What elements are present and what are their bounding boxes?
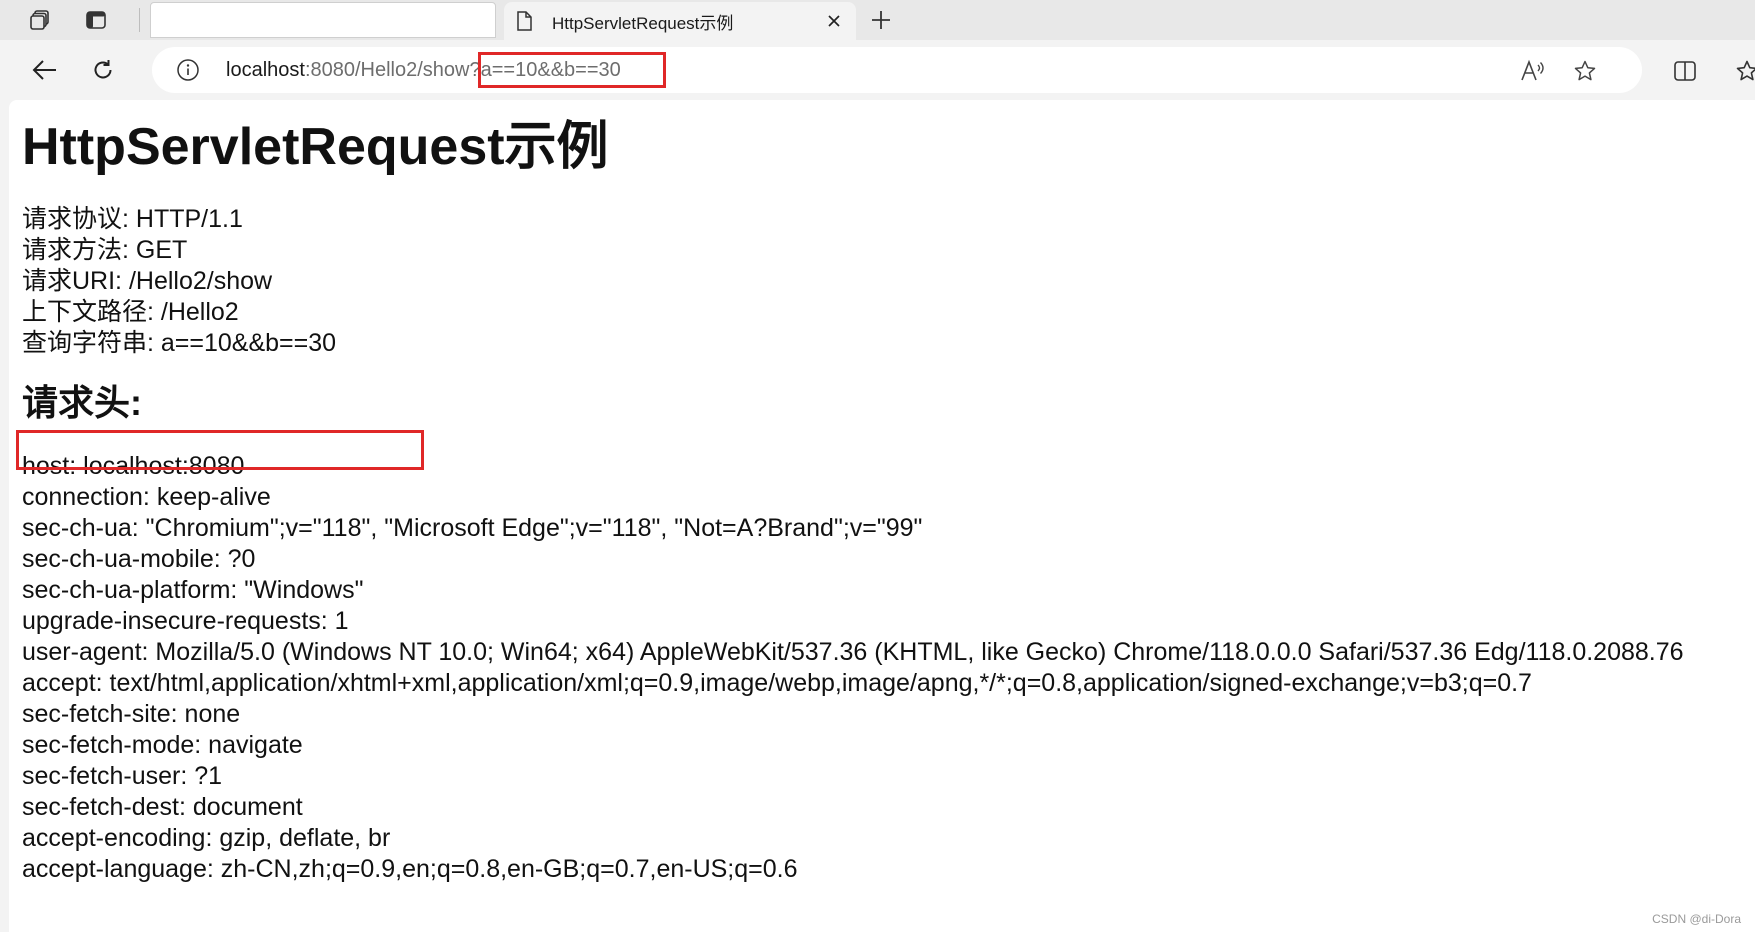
header-line: sec-fetch-site: none xyxy=(22,700,241,728)
header-line: user-agent: Mozilla/5.0 (Windows NT 10.0… xyxy=(22,638,1684,666)
request-info: 请求协议: HTTP/1.1 请求方法: GET 请求URI: /Hello2/… xyxy=(22,204,1684,359)
workspaces-icon xyxy=(30,10,49,30)
back-button[interactable] xyxy=(26,52,64,88)
info-protocol: 请求协议: HTTP/1.1 xyxy=(22,205,243,233)
tab-blank[interactable] xyxy=(150,2,496,38)
page-content: HttpServletRequest示例 请求协议: HTTP/1.1 请求方法… xyxy=(22,114,1684,885)
header-line: sec-fetch-mode: navigate xyxy=(22,731,303,759)
info-icon[interactable] xyxy=(176,58,200,82)
new-tab-button[interactable] xyxy=(864,5,898,35)
favorites-button[interactable] xyxy=(1732,56,1755,86)
info-query-string: 查询字符串: a==10&&b==30 xyxy=(22,329,337,357)
tab-close-button[interactable] xyxy=(822,9,846,33)
header-line: accept-language: zh-CN,zh;q=0.9,en;q=0.8… xyxy=(22,855,798,883)
header-line: sec-ch-ua-platform: "Windows" xyxy=(22,576,364,604)
header-line: accept-encoding: gzip, deflate, br xyxy=(22,824,391,852)
page-title: HttpServletRequest示例 xyxy=(22,118,609,176)
headers-list: host: localhost:8080 connection: keep-al… xyxy=(22,451,1684,885)
read-aloud-button[interactable] xyxy=(1520,58,1546,84)
query-string-highlight xyxy=(16,430,424,470)
header-line: sec-ch-ua-mobile: ?0 xyxy=(22,545,256,573)
split-screen-icon xyxy=(1674,61,1696,81)
tabstrip-divider xyxy=(139,8,140,32)
address-bar[interactable]: localhost:8080/Hello2/show?a==10&&b==30 xyxy=(152,47,1642,93)
back-arrow-icon xyxy=(32,60,56,80)
tab-actions-button[interactable] xyxy=(78,6,114,34)
url-host: localhost xyxy=(226,59,305,81)
close-icon xyxy=(828,15,840,27)
header-line: accept: text/html,application/xhtml+xml,… xyxy=(22,669,1532,697)
tab-actions-icon xyxy=(86,11,106,29)
info-uri: 请求URI: /Hello2/show xyxy=(22,267,273,295)
read-aloud-icon xyxy=(1521,59,1544,81)
header-line: connection: keep-alive xyxy=(22,483,271,511)
refresh-icon xyxy=(94,60,112,79)
page-viewport: HttpServletRequest示例 请求协议: HTTP/1.1 请求方法… xyxy=(9,100,1755,932)
header-line: sec-fetch-dest: document xyxy=(22,793,303,821)
url-path: :8080/Hello2/show xyxy=(304,59,470,81)
header-line: upgrade-insecure-requests: 1 xyxy=(22,607,349,635)
favorites-icon xyxy=(1736,60,1755,81)
header-line: sec-fetch-user: ?1 xyxy=(22,762,223,790)
plus-icon xyxy=(872,11,890,29)
tab-active[interactable]: HttpServletRequest示例 xyxy=(504,2,856,40)
url-query-highlight xyxy=(478,52,666,88)
workspaces-button[interactable] xyxy=(22,6,58,34)
tab-title: HttpServletRequest示例 xyxy=(552,13,734,33)
info-context-path: 上下文路径: /Hello2 xyxy=(22,298,239,326)
watermark: CSDN @di-Dora xyxy=(1652,912,1741,926)
toolbar: localhost:8080/Hello2/show?a==10&&b==30 xyxy=(0,40,1755,100)
refresh-button[interactable] xyxy=(84,52,122,88)
page-icon xyxy=(517,11,532,31)
tab-strip: HttpServletRequest示例 xyxy=(0,0,1755,40)
header-line: sec-ch-ua: "Chromium";v="118", "Microsof… xyxy=(22,514,923,542)
favorite-button[interactable] xyxy=(1572,58,1598,84)
star-icon xyxy=(1574,60,1596,81)
split-screen-button[interactable] xyxy=(1670,56,1700,86)
info-method: 请求方法: GET xyxy=(22,236,188,264)
headers-title: 请求头: xyxy=(22,382,142,423)
